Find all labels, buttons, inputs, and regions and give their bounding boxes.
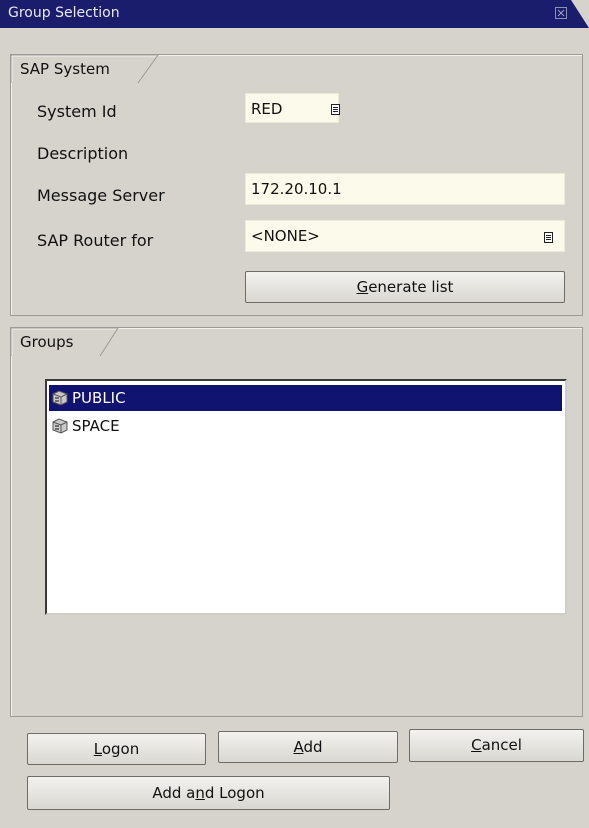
system-id-label: System Id [37,102,117,121]
message-server-value: 172.20.10.1 [251,180,342,198]
list-item[interactable]: PUBLIC [49,385,562,411]
description-label: Description [37,144,129,163]
window-title: Group Selection [8,5,120,21]
close-button[interactable] [555,7,567,19]
cancel-button[interactable]: Cancel [409,729,584,762]
server-group-icon [52,418,68,434]
groups-legend: Groups [10,327,120,357]
f4-help-icon[interactable] [544,232,553,243]
groups-group: Groups PUBLIC SPACE [10,327,583,717]
list-item[interactable]: SPACE [49,413,562,439]
router-select[interactable]: <NONE> [245,220,565,252]
close-icon [557,9,565,17]
generate-list-button[interactable]: Generate list [245,271,565,303]
add-and-logon-button[interactable]: Add and Logon [27,776,390,810]
groups-list[interactable]: PUBLIC SPACE [45,379,567,615]
message-server-field[interactable]: 172.20.10.1 [245,173,565,205]
list-item-label: PUBLIC [72,389,126,407]
server-group-icon [52,390,68,406]
system-id-value: RED [251,100,283,118]
title-bar-corner [571,0,589,28]
sap-system-legend: SAP System [10,54,160,84]
list-item-label: SPACE [72,417,120,435]
add-button[interactable]: Add [218,731,398,763]
logon-button[interactable]: Logon [27,733,206,765]
system-id-field[interactable]: RED [245,93,340,123]
router-label: SAP Router for [37,231,154,250]
router-value: <NONE> [251,227,320,245]
title-bar: Group Selection [0,0,589,28]
message-server-label: Message Server [37,186,165,205]
f4-help-icon[interactable] [331,104,340,115]
sap-system-group: SAP System System Id RED Description Mes… [10,54,583,316]
groups-legend-text: Groups [20,333,74,351]
sap-system-legend-text: SAP System [20,60,110,78]
